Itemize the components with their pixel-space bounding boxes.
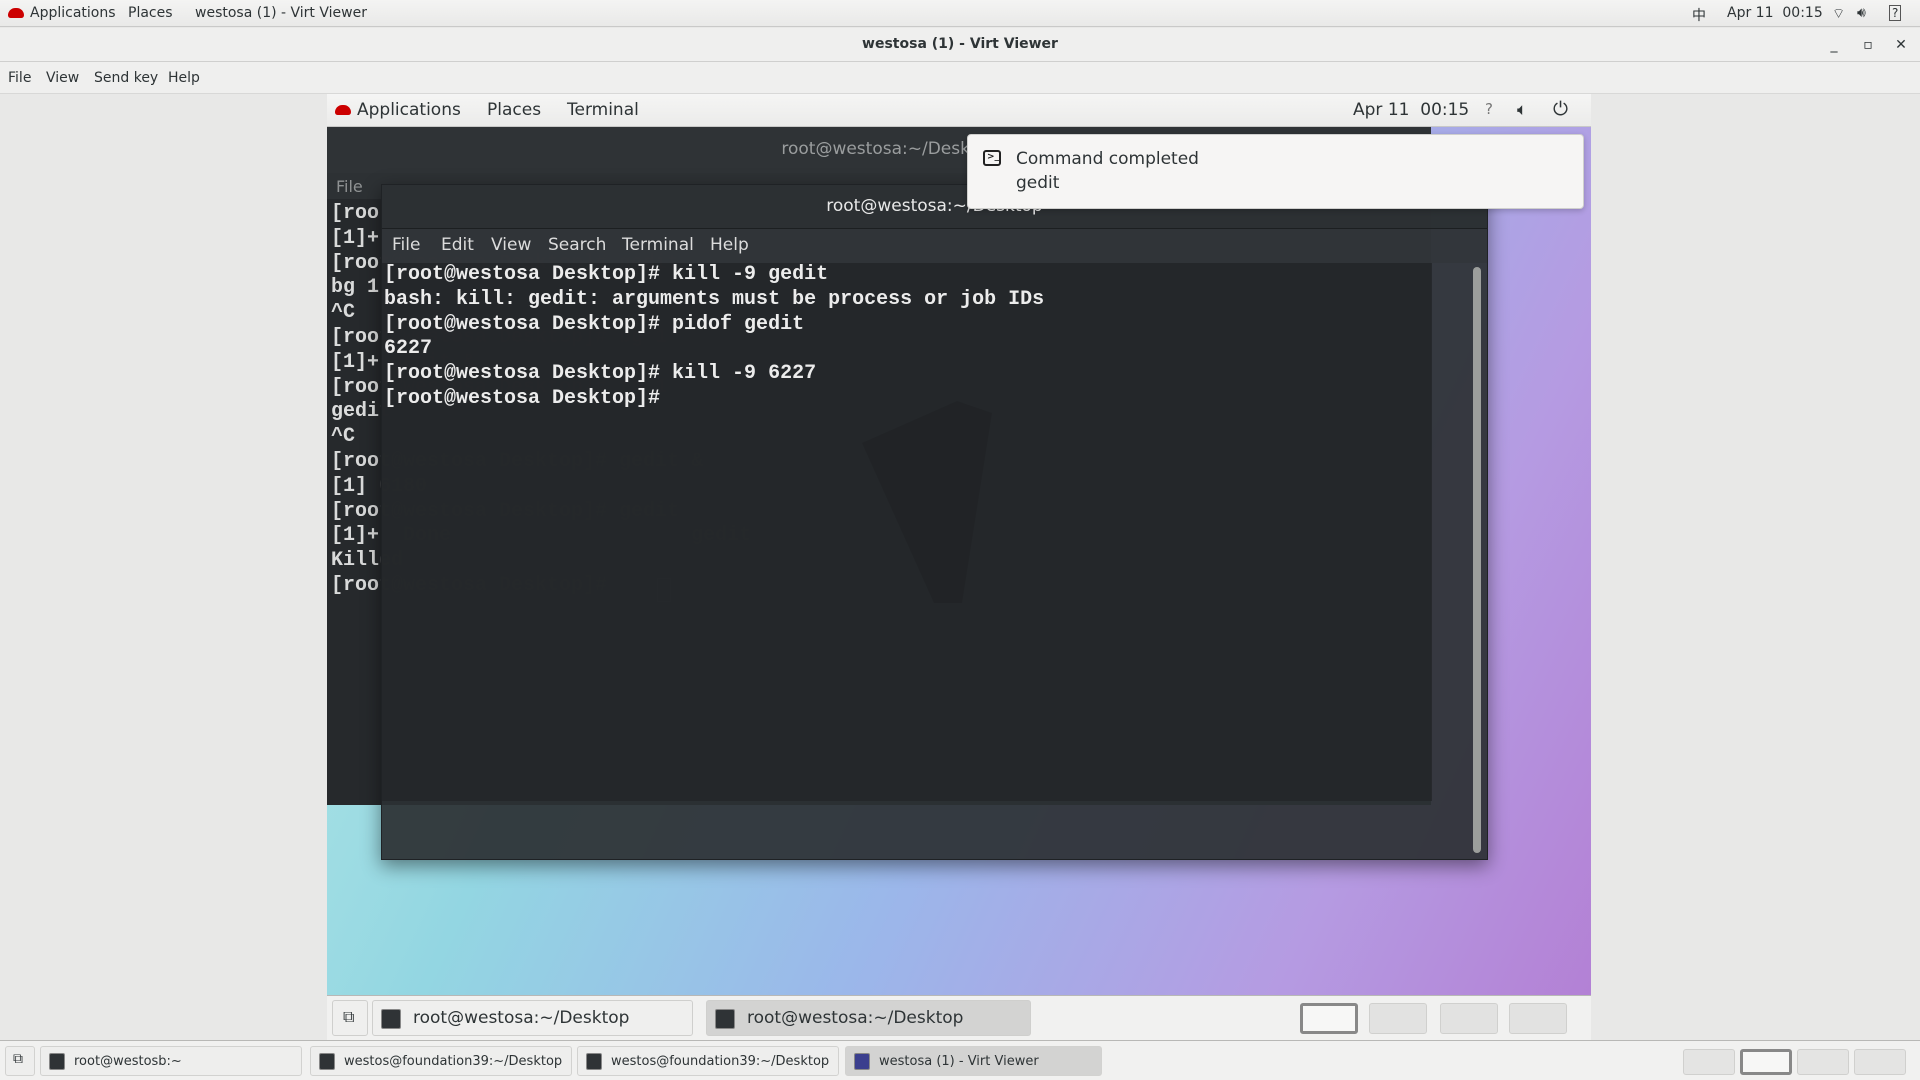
workspace-2[interactable] <box>1369 1003 1427 1034</box>
terminal-line: bash: kill: gedit: arguments must be pro… <box>384 287 1045 311</box>
volume-icon[interactable]: 🔊︎ <box>1857 5 1866 21</box>
workspace-3[interactable] <box>1797 1049 1849 1075</box>
terminal-line: [root@westosa Desktop]# kill -9 gedit <box>384 263 829 286</box>
vm-places-menu[interactable]: Places <box>487 100 541 120</box>
front-terminal-lines: [root@westosa Desktop]# kill -9 gedit bas… <box>384 263 1044 412</box>
menu-file[interactable]: File <box>8 70 31 86</box>
menu-help[interactable]: Help <box>710 235 749 255</box>
workspace-3[interactable] <box>1440 1003 1498 1034</box>
show-desktop-button[interactable]: ⧉ <box>332 1000 368 1036</box>
menu-help[interactable]: Help <box>168 70 200 86</box>
menu-send-key[interactable]: Send key <box>94 70 158 86</box>
maximize-button[interactable]: ▫ <box>1857 34 1879 56</box>
redhat-logo-icon <box>335 105 351 115</box>
menu-file[interactable]: File <box>392 235 420 255</box>
terminal-line: [root@westosa Desktop]# <box>384 386 661 410</box>
terminal-icon <box>319 1053 335 1070</box>
clock[interactable]: Apr 11 00:15 <box>1727 5 1823 21</box>
front-terminal-menu-bar: File Edit View Search Terminal Help <box>382 229 1487 263</box>
battery-unknown-icon[interactable]: ? <box>1889 5 1902 21</box>
vm-applications-menu[interactable]: Applications <box>335 100 461 120</box>
workspace-2[interactable] <box>1740 1049 1792 1075</box>
input-method-indicator[interactable]: 中 <box>1692 5 1706 25</box>
terminal-line: [root@westosa Desktop]# pidof gedit <box>384 312 805 336</box>
menu-terminal[interactable]: Terminal <box>622 235 694 255</box>
workspace-4[interactable] <box>1509 1003 1567 1034</box>
notification-body: gedit <box>1016 173 1060 193</box>
network-unknown-icon[interactable]: ? <box>1485 100 1493 118</box>
terminal-icon <box>49 1053 65 1070</box>
watermark-logo-icon <box>862 401 992 603</box>
show-desktop-icon: ⧉ <box>343 1007 355 1026</box>
menu-search[interactable]: Search <box>548 235 606 255</box>
minimize-button[interactable]: _ <box>1823 34 1845 56</box>
vm-display[interactable]: Applications Places Terminal Apr 11 00:1… <box>327 94 1591 1040</box>
window-title-bar: westosa (1) - Virt Viewer _ ▫ ✕ <box>0 28 1920 62</box>
vm-clock[interactable]: Apr 11 00:15 <box>1353 100 1469 120</box>
vm-taskbar-item[interactable]: root@westosa:~/Desktop <box>372 1000 693 1036</box>
power-icon[interactable]: ⏻ <box>1553 98 1568 120</box>
applications-menu[interactable]: Applications <box>8 5 116 21</box>
workspace-1[interactable] <box>1300 1003 1358 1034</box>
menu-view[interactable]: View <box>46 70 79 86</box>
vm-taskbar: ⧉ root@westosa:~/Desktop root@westosa:~/… <box>327 995 1591 1040</box>
menu-view[interactable]: View <box>491 235 531 255</box>
show-desktop-button[interactable]: ⧉ <box>5 1046 35 1076</box>
scrollbar[interactable] <box>1473 267 1481 853</box>
terminal-icon <box>586 1053 602 1070</box>
wifi-icon[interactable]: ⌔ <box>1832 5 1845 23</box>
front-terminal-output[interactable]: [root@westosa Desktop]# kill -9 gedit bas… <box>382 263 1432 801</box>
notification-banner[interactable]: >_ Command completed gedit <box>967 134 1584 209</box>
vm-taskbar-item-active[interactable]: root@westosa:~/Desktop <box>706 1000 1031 1036</box>
terminal-line: 6227 <box>384 337 433 361</box>
notification-title: Command completed <box>1016 149 1199 169</box>
terminal-icon <box>381 1009 401 1029</box>
vm-terminal-menu[interactable]: Terminal <box>567 100 639 120</box>
places-menu[interactable]: Places <box>128 5 173 21</box>
window-menu-bar: File View Send key Help <box>0 62 1920 94</box>
host-taskbar-item[interactable]: westos@foundation39:~/Desktop <box>577 1046 839 1076</box>
virt-viewer-icon <box>854 1053 870 1070</box>
terminal-line: [root@westosa Desktop]# kill -9 6227 <box>384 362 817 386</box>
active-window-menu[interactable]: westosa (1) - Virt Viewer <box>195 5 367 21</box>
terminal-icon: >_ <box>983 150 1001 166</box>
window-title: westosa (1) - Virt Viewer <box>862 36 1058 52</box>
workspace-4[interactable] <box>1854 1049 1906 1075</box>
host-taskbar-item[interactable]: root@westosb:~ <box>40 1046 302 1076</box>
workspace-1[interactable] <box>1683 1049 1735 1075</box>
host-taskbar-item[interactable]: westos@foundation39:~/Desktop <box>310 1046 572 1076</box>
host-taskbar: ⧉ root@westosb:~ westos@foundation39:~/D… <box>0 1040 1920 1080</box>
close-button[interactable]: ✕ <box>1890 34 1912 56</box>
menu-edit[interactable]: Edit <box>441 235 474 255</box>
front-terminal-window[interactable]: root@westosa:~/Desktop File Edit View Se… <box>381 184 1488 860</box>
terminal-icon <box>715 1009 735 1029</box>
vm-top-bar: Applications Places Terminal Apr 11 00:1… <box>327 94 1591 127</box>
show-desktop-icon: ⧉ <box>13 1051 23 1067</box>
redhat-logo-icon <box>8 8 24 18</box>
back-terminal-menu-file[interactable]: File <box>336 177 363 196</box>
host-top-bar: Applications Places westosa (1) - Virt V… <box>0 0 1920 27</box>
host-taskbar-item-active[interactable]: westosa (1) - Virt Viewer <box>845 1046 1102 1076</box>
volume-muted-icon[interactable]: 🔈︎ <box>1517 100 1527 120</box>
